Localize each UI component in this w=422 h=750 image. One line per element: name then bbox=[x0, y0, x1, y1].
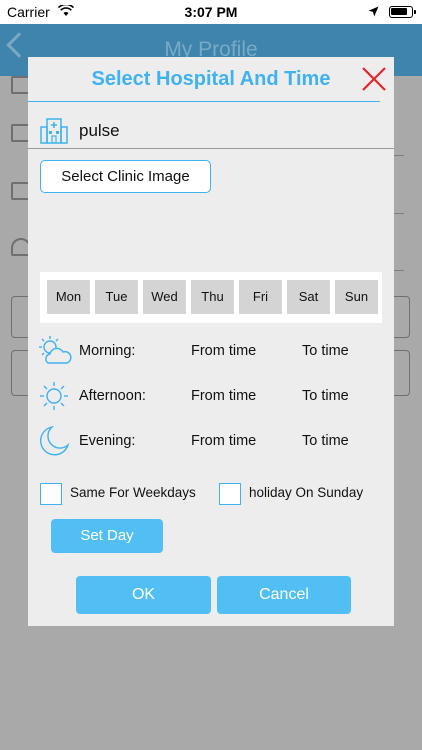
afternoon-to-time[interactable]: To time bbox=[302, 388, 349, 404]
same-for-weekdays-label: Same For Weekdays bbox=[70, 485, 196, 500]
location-arrow-icon bbox=[368, 6, 379, 17]
morning-row: Morning: From time To time bbox=[28, 331, 394, 371]
cloud-sun-icon bbox=[39, 336, 72, 364]
select-hospital-dialog: Select Hospital And Time pulse Select Cl… bbox=[28, 57, 394, 626]
evening-from-time[interactable]: From time bbox=[191, 433, 256, 449]
status-time: 3:07 PM bbox=[184, 4, 238, 20]
afternoon-row: Afternoon: From time To time bbox=[28, 376, 394, 416]
afternoon-label: Afternoon: bbox=[79, 388, 146, 404]
day-button-sat[interactable]: Sat bbox=[287, 280, 330, 314]
day-button-thu[interactable]: Thu bbox=[191, 280, 234, 314]
day-selector: Mon Tue Wed Thu Fri Sat Sun bbox=[40, 272, 382, 323]
battery-icon bbox=[389, 6, 416, 18]
status-bar: Carrier 3:07 PM bbox=[0, 0, 422, 24]
select-clinic-image-button[interactable]: Select Clinic Image bbox=[40, 160, 211, 193]
cancel-button[interactable]: Cancel bbox=[217, 576, 351, 614]
afternoon-from-time[interactable]: From time bbox=[191, 388, 256, 404]
day-button-tue[interactable]: Tue bbox=[95, 280, 138, 314]
dialog-title: Select Hospital And Time bbox=[91, 68, 331, 90]
evening-to-time[interactable]: To time bbox=[302, 433, 349, 449]
same-for-weekdays-checkbox[interactable] bbox=[40, 483, 62, 505]
day-button-mon[interactable]: Mon bbox=[47, 280, 90, 314]
evening-label: Evening: bbox=[79, 433, 136, 449]
close-icon[interactable] bbox=[360, 65, 388, 93]
moon-icon bbox=[39, 425, 70, 456]
hospital-name-divider bbox=[28, 148, 394, 149]
evening-row: Evening: From time To time bbox=[28, 421, 394, 461]
day-button-sun[interactable]: Sun bbox=[335, 280, 378, 314]
hospital-name-field[interactable]: pulse bbox=[79, 121, 120, 141]
hospital-icon bbox=[40, 118, 68, 144]
title-divider bbox=[28, 101, 380, 102]
sun-icon bbox=[40, 382, 68, 410]
day-button-wed[interactable]: Wed bbox=[143, 280, 186, 314]
holiday-on-sunday-label: holiday On Sunday bbox=[249, 485, 364, 500]
morning-to-time[interactable]: To time bbox=[302, 343, 349, 359]
day-button-fri[interactable]: Fri bbox=[239, 280, 282, 314]
morning-label: Morning: bbox=[79, 343, 136, 359]
morning-from-time[interactable]: From time bbox=[191, 343, 256, 359]
set-day-button[interactable]: Set Day bbox=[51, 519, 163, 553]
ok-button[interactable]: OK bbox=[76, 576, 211, 614]
holiday-on-sunday-checkbox[interactable] bbox=[219, 483, 241, 505]
